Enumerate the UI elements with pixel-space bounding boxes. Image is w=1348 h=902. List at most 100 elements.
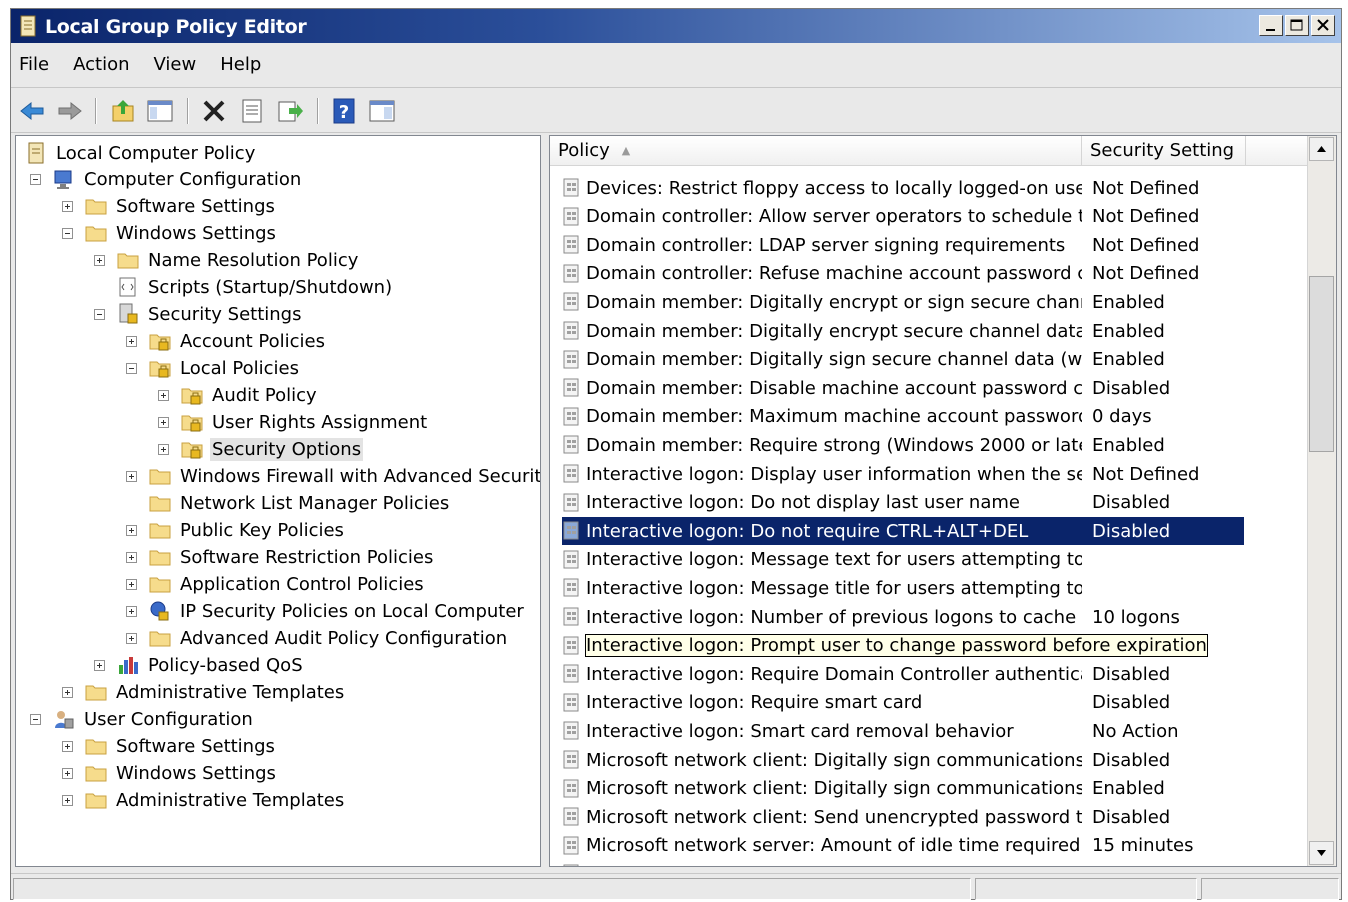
expand-account-policies[interactable]	[126, 336, 137, 347]
expand-uc-windows-settings[interactable]	[62, 768, 73, 779]
back-icon[interactable]	[17, 96, 47, 126]
menu-view[interactable]: View	[154, 54, 197, 75]
tree-account-policies[interactable]: Account Policies	[148, 328, 327, 354]
scroll-up-button[interactable]	[1309, 137, 1334, 161]
delete-icon[interactable]	[199, 96, 229, 126]
tree-cc-admin-templates[interactable]: Administrative Templates	[84, 679, 346, 705]
policy-list-pane[interactable]: Policy ▲ Security Setting Devices: Restr…	[549, 135, 1337, 867]
policy-row[interactable]: Domain member: Digitally encrypt secure …	[562, 317, 1242, 345]
tree-uc-windows-settings[interactable]: Windows Settings	[84, 760, 278, 786]
policy-row[interactable]: Interactive logon: Do not display last u…	[562, 489, 1242, 517]
up-folder-icon[interactable]	[109, 96, 139, 126]
policy-row[interactable]: Domain member: Maximum machine account p…	[562, 403, 1242, 431]
export-list-icon[interactable]	[275, 96, 305, 126]
expand-advanced-audit[interactable]	[126, 633, 137, 644]
expand-audit-policy[interactable]	[158, 390, 169, 401]
policy-setting-value: 15 minutes	[1092, 835, 1194, 857]
menu-file[interactable]: File	[19, 54, 49, 75]
policy-row[interactable]: Domain member: Digitally encrypt or sign…	[562, 288, 1242, 316]
help-icon[interactable]: ?	[329, 96, 359, 126]
policy-row[interactable]: Interactive logon: Display user informat…	[562, 460, 1242, 488]
policy-row[interactable]: Interactive logon: Number of previous lo…	[562, 603, 1242, 631]
tree-user-rights-assignment[interactable]: User Rights Assignment	[180, 409, 429, 435]
policy-row[interactable]: Devices: Restrict floppy access to local…	[562, 174, 1242, 202]
policy-row[interactable]: Domain controller: Allow server operator…	[562, 203, 1242, 231]
policy-row[interactable]: Interactive logon: Prompt user to change…	[562, 632, 1242, 660]
tree-uc-software-settings[interactable]: Software Settings	[84, 733, 277, 759]
collapse-local-policies[interactable]	[126, 363, 137, 374]
show-hide-tree-icon[interactable]	[145, 96, 175, 126]
tree-policy-qos[interactable]: Policy-based QoS	[116, 652, 305, 678]
policy-name: Interactive logon: Do not display last u…	[586, 492, 1020, 514]
tree-windows-firewall[interactable]: Windows Firewall with Advanced Security	[148, 463, 540, 489]
forward-icon[interactable]	[55, 96, 85, 126]
maximize-button[interactable]	[1285, 15, 1309, 36]
tree-local-policies[interactable]: Local Policies	[148, 355, 301, 381]
policy-row[interactable]: Domain member: Digitally sign secure cha…	[562, 346, 1242, 374]
scroll-down-button[interactable]	[1309, 841, 1334, 865]
tree-scripts[interactable]: Scripts (Startup/Shutdown)	[116, 274, 394, 300]
console-tree[interactable]: Local Computer Policy Computer Configura…	[15, 135, 541, 867]
scroll-thumb[interactable]	[1309, 276, 1334, 452]
menu-help[interactable]: Help	[220, 54, 261, 75]
expand-software-restriction[interactable]	[126, 552, 137, 563]
expand-name-resolution-policy[interactable]	[94, 255, 105, 266]
tree-security-settings[interactable]: Security Settings	[116, 301, 303, 327]
expand-policy-qos[interactable]	[94, 660, 105, 671]
expand-uc-admin-templates[interactable]	[62, 795, 73, 806]
tree-ip-security[interactable]: IP Security Policies on Local Computer	[148, 598, 526, 624]
tree-cc-windows-settings[interactable]: Windows Settings	[84, 220, 278, 246]
show-hide-action-pane-icon[interactable]	[367, 96, 397, 126]
policy-row[interactable]: Microsoft network client: Send unencrypt…	[562, 803, 1242, 831]
collapse-cc-windows-settings[interactable]	[62, 228, 73, 239]
policy-row[interactable]: Microsoft network client: Digitally sign…	[562, 746, 1242, 774]
tree-local-computer-policy[interactable]: Local Computer Policy	[24, 140, 257, 166]
tree-advanced-audit[interactable]: Advanced Audit Policy Configuration	[148, 625, 509, 651]
policy-row[interactable]: Microsoft network server: Digitally sign…	[562, 860, 1242, 866]
policy-row[interactable]: Domain member: Require strong (Windows 2…	[562, 431, 1242, 459]
tree-computer-configuration[interactable]: Computer Configuration	[52, 166, 303, 192]
tree-cc-software-settings[interactable]: Software Settings	[84, 193, 277, 219]
policy-row[interactable]: Interactive logon: Do not require CTRL+A…	[562, 517, 1244, 546]
expand-ip-security[interactable]	[126, 606, 137, 617]
column-header-security-setting[interactable]: Security Setting	[1082, 136, 1246, 166]
close-button[interactable]	[1311, 15, 1335, 36]
policy-row[interactable]: Interactive logon: Require smart card Dis…	[562, 689, 1242, 717]
collapse-computer-configuration[interactable]	[30, 174, 41, 185]
policy-row[interactable]: Microsoft network server: Amount of idle…	[562, 832, 1242, 860]
minimize-button[interactable]	[1259, 15, 1283, 36]
policy-row[interactable]: Domain controller: Refuse machine accoun…	[562, 260, 1242, 288]
column-header-policy[interactable]: Policy ▲	[550, 136, 1082, 166]
expand-security-options[interactable]	[158, 444, 169, 455]
vertical-scrollbar[interactable]	[1307, 136, 1336, 866]
collapse-security-settings[interactable]	[94, 309, 105, 320]
expand-user-rights-assignment[interactable]	[158, 417, 169, 428]
policy-setting-icon	[563, 550, 579, 569]
tree-software-restriction[interactable]: Software Restriction Policies	[148, 544, 435, 570]
tree-user-configuration[interactable]: User Configuration	[52, 706, 255, 732]
tree-network-list-manager[interactable]: Network List Manager Policies	[148, 490, 451, 516]
tree-security-options[interactable]: Security Options	[180, 436, 364, 462]
title-bar[interactable]: Local Group Policy Editor	[11, 9, 1341, 43]
collapse-user-configuration[interactable]	[30, 714, 41, 725]
tree-audit-policy[interactable]: Audit Policy	[180, 382, 319, 408]
policy-row[interactable]: Interactive logon: Require Domain Contro…	[562, 660, 1242, 688]
tree-uc-admin-templates[interactable]: Administrative Templates	[84, 787, 346, 813]
policy-row[interactable]: Domain controller: LDAP server signing r…	[562, 231, 1242, 259]
expand-windows-firewall[interactable]	[126, 471, 137, 482]
policy-row[interactable]: Microsoft network client: Digitally sign…	[562, 775, 1242, 803]
tree-public-key-policies[interactable]: Public Key Policies	[148, 517, 346, 543]
policy-row[interactable]: Interactive logon: Smart card removal be…	[562, 717, 1242, 745]
policy-row[interactable]: Interactive logon: Message title for use…	[562, 574, 1242, 602]
expand-cc-software-settings[interactable]	[62, 201, 73, 212]
policy-row[interactable]: Domain member: Disable machine account p…	[562, 374, 1242, 402]
expand-public-key-policies[interactable]	[126, 525, 137, 536]
tree-application-control[interactable]: Application Control Policies	[148, 571, 426, 597]
properties-icon[interactable]	[237, 96, 267, 126]
expand-uc-software-settings[interactable]	[62, 741, 73, 752]
policy-row[interactable]: Interactive logon: Message text for user…	[562, 546, 1242, 574]
menu-action[interactable]: Action	[73, 54, 129, 75]
expand-application-control[interactable]	[126, 579, 137, 590]
expand-cc-admin-templates[interactable]	[62, 687, 73, 698]
tree-name-resolution-policy[interactable]: Name Resolution Policy	[116, 247, 360, 273]
